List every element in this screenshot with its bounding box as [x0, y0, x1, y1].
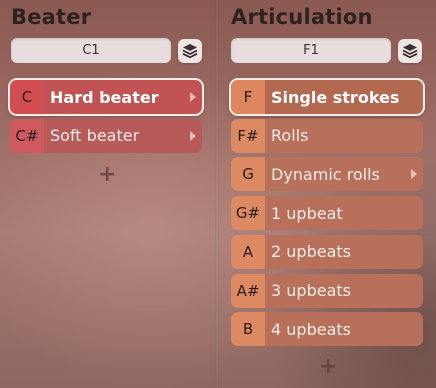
articulation-title: Articulation	[231, 5, 373, 29]
articulation-key-selector[interactable]: F1	[231, 38, 391, 63]
articulation-list-item[interactable]: A 2 upbeats	[231, 234, 423, 269]
beater-key-value: C1	[82, 43, 100, 58]
articulation-item-label: 2 upbeats	[271, 242, 351, 262]
articulation-item-label: Rolls	[271, 126, 309, 146]
articulation-list-item[interactable]: F Single strokes	[231, 80, 423, 114]
beater-item-label: Hard beater	[50, 87, 159, 107]
articulation-key-note: F	[231, 80, 265, 114]
beater-key-note: C#	[10, 118, 44, 153]
articulation-item-label: 1 upbeat	[271, 203, 343, 223]
articulation-key-note: F#	[231, 118, 265, 153]
articulation-list-item[interactable]: F# Rolls	[231, 118, 423, 153]
articulation-panel: Articulation F1 F Single strokes F# Rolls G D…	[219, 0, 436, 388]
articulation-item-label: 4 upbeats	[271, 319, 351, 339]
chevron-right-icon[interactable]	[190, 92, 196, 102]
articulation-list-item[interactable]: G Dynamic rolls	[231, 157, 423, 192]
articulation-item-label: Dynamic rolls	[271, 164, 380, 184]
plus-icon: +	[98, 162, 117, 187]
chevron-right-icon[interactable]	[411, 169, 417, 180]
beater-layers-button[interactable]	[178, 39, 202, 63]
chevron-right-icon[interactable]	[190, 130, 196, 141]
articulation-list-item[interactable]: G# 1 upbeat	[231, 196, 423, 231]
beater-title: Beater	[11, 5, 92, 29]
beater-key-note: C	[10, 80, 44, 114]
articulation-list-item[interactable]: B 4 upbeats	[231, 312, 423, 347]
layers-icon	[182, 44, 198, 59]
beater-panel: Beater C1 C Hard beater C# Soft beater +	[0, 0, 215, 388]
beater-add-button[interactable]: +	[98, 164, 116, 186]
beater-list-item[interactable]: C# Soft beater	[10, 118, 202, 153]
plus-icon: +	[319, 354, 338, 379]
beater-item-label: Soft beater	[50, 126, 140, 146]
articulation-add-button[interactable]: +	[319, 356, 337, 378]
articulation-key-note: G#	[231, 196, 265, 231]
beater-list-item[interactable]: C Hard beater	[10, 80, 202, 114]
articulation-key-note: G	[231, 157, 265, 192]
articulation-item-label: 3 upbeats	[271, 281, 351, 300]
articulation-item-label: Single strokes	[271, 87, 400, 107]
articulation-layers-button[interactable]	[398, 39, 422, 63]
articulation-list-item[interactable]: A# 3 upbeats	[231, 273, 423, 308]
beater-key-selector[interactable]: C1	[11, 38, 171, 63]
articulation-key-note: A	[231, 234, 265, 269]
articulation-key-note: A#	[231, 273, 265, 308]
layers-icon	[402, 44, 418, 59]
articulation-key-note: B	[231, 312, 265, 347]
articulation-key-value: F1	[303, 43, 319, 58]
